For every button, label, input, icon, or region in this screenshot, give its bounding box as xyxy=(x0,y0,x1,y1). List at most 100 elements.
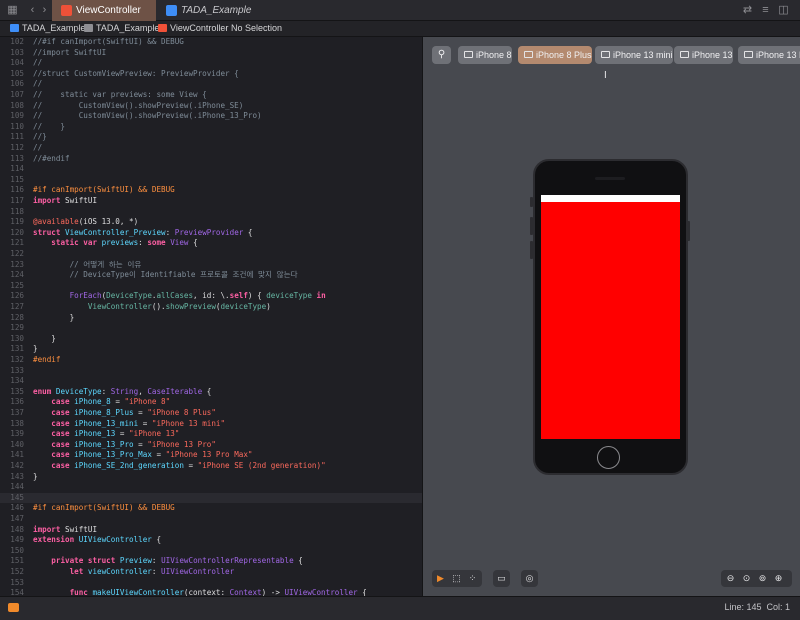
code-line[interactable]: 135 enum DeviceType: String, CaseIterable… xyxy=(0,387,422,398)
grid-icon[interactable]: ▦ xyxy=(6,4,19,17)
code-line[interactable]: 134 xyxy=(0,376,422,387)
zoom-actual-icon[interactable]: ⊚ xyxy=(757,573,768,584)
code-line[interactable]: 150 xyxy=(0,546,422,557)
code-line[interactable]: 126 ForEach(DeviceType.allCases, id: \.s… xyxy=(0,291,422,302)
device-icon xyxy=(680,51,689,58)
code-line[interactable]: 112 // xyxy=(0,143,422,154)
code-line[interactable]: 144 xyxy=(0,482,422,493)
code-line[interactable]: 129 xyxy=(0,323,422,334)
code-line[interactable]: 133 xyxy=(0,366,422,377)
code-line[interactable]: 119 @available(iOS 13.0, *) xyxy=(0,217,422,228)
code-line[interactable]: 106 // xyxy=(0,79,422,90)
pin-preview-button[interactable]: ⚲ xyxy=(432,46,451,64)
code-token: "iPhone 13" xyxy=(129,429,180,439)
device-tab-iphone-8-plus[interactable]: iPhone 8 Plus xyxy=(518,46,592,64)
device-tab-iphone-13-pro[interactable]: iPhone 13 P xyxy=(738,46,800,64)
breadcrumb-file[interactable]: ViewController xyxy=(158,21,228,36)
code-line[interactable]: 120 struct ViewController_Preview: Previe… xyxy=(0,228,422,239)
line-number: 120 xyxy=(10,227,24,237)
code-line[interactable]: 137 case iPhone_8_Plus = "iPhone 8 Plus" xyxy=(0,408,422,419)
code-line[interactable]: 132 #endif xyxy=(0,355,422,366)
code-line[interactable]: 114 xyxy=(0,164,422,175)
code-line[interactable]: 125 xyxy=(0,281,422,292)
code-line[interactable]: 115 xyxy=(0,175,422,186)
breadcrumb-folder[interactable]: TADA_Example xyxy=(84,21,159,36)
variants-icon[interactable]: ⁘ xyxy=(467,573,478,584)
code-line[interactable]: 127 ViewController().showPreview(deviceT… xyxy=(0,302,422,313)
code-line[interactable]: 111 //} xyxy=(0,132,422,143)
code-line[interactable]: 154 func makeUIViewController(context: C… xyxy=(0,588,422,596)
zoom-in-icon[interactable]: ⊕ xyxy=(773,573,784,584)
device-tab-iphone-13[interactable]: iPhone 13 xyxy=(674,46,733,64)
code-line[interactable]: 113 //#endif xyxy=(0,154,422,165)
code-line[interactable]: 147 xyxy=(0,514,422,525)
code-token: Context xyxy=(229,588,262,596)
code-line[interactable]: 139 case iPhone_13 = "iPhone 13" xyxy=(0,429,422,440)
code-line[interactable]: 110 // } xyxy=(0,122,422,133)
code-token: iPhone_SE_2nd_generation xyxy=(74,461,184,470)
device-settings-icon[interactable]: ▭ xyxy=(496,573,507,584)
code-line[interactable]: 141 case iPhone_13_Pro_Max = "iPhone 13 … xyxy=(0,450,422,461)
app-file-icon xyxy=(166,5,177,16)
code-line[interactable]: 138 case iPhone_13_mini = "iPhone 13 min… xyxy=(0,419,422,430)
device-tab-iphone-8[interactable]: iPhone 8 xyxy=(458,46,512,64)
tab-tada-example[interactable]: TADA_Example xyxy=(157,0,277,21)
code-line[interactable]: 148 import SwiftUI xyxy=(0,525,422,536)
code-line[interactable]: 140 case iPhone_13_Pro = "iPhone 13 Pro" xyxy=(0,440,422,451)
source-editor[interactable]: 102//#if canImport(SwiftUI) && DEBUG 103/… xyxy=(0,37,422,596)
code-line[interactable]: 149 extension UIViewController { xyxy=(0,535,422,546)
code-line[interactable]: 128 } xyxy=(0,313,422,324)
code-line[interactable]: 104 // xyxy=(0,58,422,69)
chevron-right-icon[interactable]: › xyxy=(38,4,51,17)
code-line[interactable]: 152 let viewController: UIViewController xyxy=(0,567,422,578)
selectable-mode-icon[interactable]: ⬚ xyxy=(451,573,462,584)
editor-options-icon[interactable]: ≡ xyxy=(759,4,772,17)
preview-screen[interactable] xyxy=(541,195,680,439)
breadcrumb-project[interactable]: TADA_Example xyxy=(10,21,85,36)
line-number: 122 xyxy=(10,249,24,258)
preview-canvas: ⚲ iPhone 8 iPhone 8 Plus iPhone 13 mini … xyxy=(422,37,800,596)
code-line[interactable]: 145 xyxy=(0,492,422,504)
code-token: deviceType xyxy=(220,302,267,311)
code-line[interactable]: 124 // DeviceType이 Identifiable 프로토콜 조건에… xyxy=(0,270,422,281)
code-line[interactable]: 130 } xyxy=(0,334,422,345)
code-token: DeviceType xyxy=(106,291,152,301)
code-line[interactable]: 102 //#if canImport(SwiftUI) && DEBUG xyxy=(0,37,422,48)
debug-area-toggle-icon[interactable] xyxy=(8,603,19,612)
code-line[interactable]: 146 #if canImport(SwiftUI) && DEBUG xyxy=(0,503,422,514)
code-line[interactable]: 116 #if canImport(SwiftUI) && DEBUG xyxy=(0,185,422,196)
code-text: case iPhone_8_Plus = "iPhone 8 Plus" xyxy=(33,408,216,419)
code-token: import xyxy=(33,196,61,205)
code-line[interactable]: 118 xyxy=(0,207,422,218)
code-line[interactable]: 143} xyxy=(0,472,422,483)
code-line[interactable]: 105 //struct CustomViewPreview: PreviewPr… xyxy=(0,69,422,80)
code-line[interactable]: 122 xyxy=(0,249,422,260)
code-token: // xyxy=(33,58,43,68)
code-line[interactable]: 151 private struct Preview: UIViewContro… xyxy=(0,556,422,567)
code-line[interactable]: 123 // 어떻게 하는 이유 xyxy=(0,260,422,271)
code-line[interactable]: 121 static var previews: some View { xyxy=(0,238,422,249)
split-editor-icon[interactable]: ◫ xyxy=(777,4,790,17)
line-number: 125 xyxy=(10,280,24,290)
code-token: , xyxy=(138,386,148,396)
tab-viewcontroller[interactable]: ViewController xyxy=(52,0,156,21)
inspect-icon[interactable]: ◎ xyxy=(524,573,535,584)
code-line[interactable]: 109 // CustomView().showPreview(.iPhone_1… xyxy=(0,111,422,122)
live-preview-icon[interactable]: ▶ xyxy=(435,573,446,584)
code-line[interactable]: 153 xyxy=(0,578,422,589)
code-line[interactable]: 131} xyxy=(0,344,422,355)
code-line[interactable]: 103 //import SwiftUI xyxy=(0,48,422,59)
zoom-out-icon[interactable]: ⊖ xyxy=(725,573,736,584)
code-token: // 어떻게 하는 이유 xyxy=(33,259,142,269)
code-line[interactable]: 108 // CustomView().showPreview(.iPhone_S… xyxy=(0,101,422,112)
code-line[interactable]: 136 case iPhone_8 = "iPhone 8" xyxy=(0,397,422,408)
code-line[interactable]: 107 // static var previews: some View { xyxy=(0,90,422,101)
code-line[interactable]: 117 import SwiftUI xyxy=(0,196,422,207)
breadcrumb-selection[interactable]: No Selection xyxy=(231,21,282,36)
code-token: { xyxy=(188,238,198,248)
device-tab-iphone-13-mini[interactable]: iPhone 13 mini xyxy=(595,46,673,64)
zoom-fit-icon[interactable]: ⊙ xyxy=(741,573,752,584)
code-token: "iPhone 8" xyxy=(124,397,171,407)
swap-icon[interactable]: ⇄ xyxy=(741,4,754,17)
code-line[interactable]: 142 case iPhone_SE_2nd_generation = "iPh… xyxy=(0,461,422,472)
